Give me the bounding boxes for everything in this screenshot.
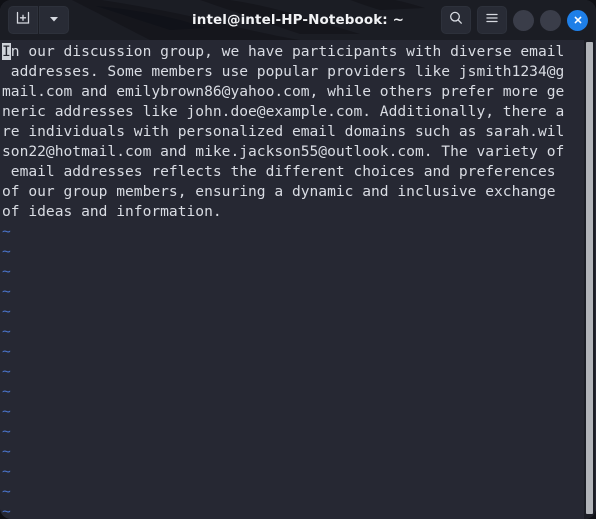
empty-line-marker: ~ bbox=[2, 223, 11, 240]
terminal-text-buffer: In our discussion group, we have partici… bbox=[2, 42, 564, 519]
maximize-button[interactable] bbox=[540, 9, 561, 31]
terminal-line: of our group members, ensuring a dynamic… bbox=[2, 183, 556, 200]
menu-button[interactable] bbox=[477, 6, 507, 34]
titlebar-right-controls bbox=[441, 6, 588, 34]
terminal-line: mail.com and emilybrown86@yahoo.com, whi… bbox=[2, 83, 565, 100]
empty-line-marker: ~ bbox=[2, 403, 11, 420]
empty-line-marker: ~ bbox=[2, 423, 11, 440]
terminal-line: son22@hotmail.com and mike.jackson55@out… bbox=[2, 143, 565, 160]
terminal-line: of ideas and information. bbox=[2, 203, 222, 220]
new-tab-button[interactable] bbox=[8, 6, 38, 34]
terminal-body[interactable]: In our discussion group, we have partici… bbox=[0, 40, 596, 519]
close-button[interactable] bbox=[567, 9, 588, 31]
new-tab-icon bbox=[15, 10, 31, 30]
tab-list-dropdown-button[interactable] bbox=[39, 6, 69, 34]
search-icon bbox=[448, 10, 464, 30]
terminal-line: re individuals with personalized email d… bbox=[2, 123, 565, 140]
empty-line-marker: ~ bbox=[2, 443, 11, 460]
close-icon bbox=[572, 11, 584, 30]
terminal-line: addresses. Some members use popular prov… bbox=[2, 63, 565, 80]
scrollbar-thumb[interactable] bbox=[586, 42, 593, 514]
empty-line-marker: ~ bbox=[2, 263, 11, 280]
empty-line-marker: ~ bbox=[2, 323, 11, 340]
empty-line-marker: ~ bbox=[2, 283, 11, 300]
vim-status-line: 1,1 All bbox=[0, 497, 596, 519]
empty-line-marker: ~ bbox=[2, 363, 11, 380]
chevron-down-icon bbox=[47, 11, 61, 30]
terminal-window: intel@intel-HP-Notebook: ~ In our discus… bbox=[0, 0, 596, 519]
text-cursor: I bbox=[2, 43, 11, 60]
search-button[interactable] bbox=[441, 6, 471, 34]
hamburger-menu-icon bbox=[484, 10, 500, 30]
terminal-line: email addresses reflects the different c… bbox=[2, 163, 556, 180]
title-bar[interactable]: intel@intel-HP-Notebook: ~ bbox=[0, 0, 596, 40]
empty-line-marker: ~ bbox=[2, 303, 11, 320]
titlebar-left-controls bbox=[8, 6, 69, 34]
minimize-button[interactable] bbox=[513, 9, 534, 31]
scrollbar[interactable] bbox=[584, 40, 595, 519]
terminal-line: In our discussion group, we have partici… bbox=[2, 43, 565, 60]
terminal-line: neric addresses like john.doe@example.co… bbox=[2, 103, 565, 120]
empty-line-marker: ~ bbox=[2, 343, 11, 360]
empty-line-marker: ~ bbox=[2, 383, 11, 400]
empty-line-marker: ~ bbox=[2, 463, 11, 480]
empty-line-marker: ~ bbox=[2, 243, 11, 260]
